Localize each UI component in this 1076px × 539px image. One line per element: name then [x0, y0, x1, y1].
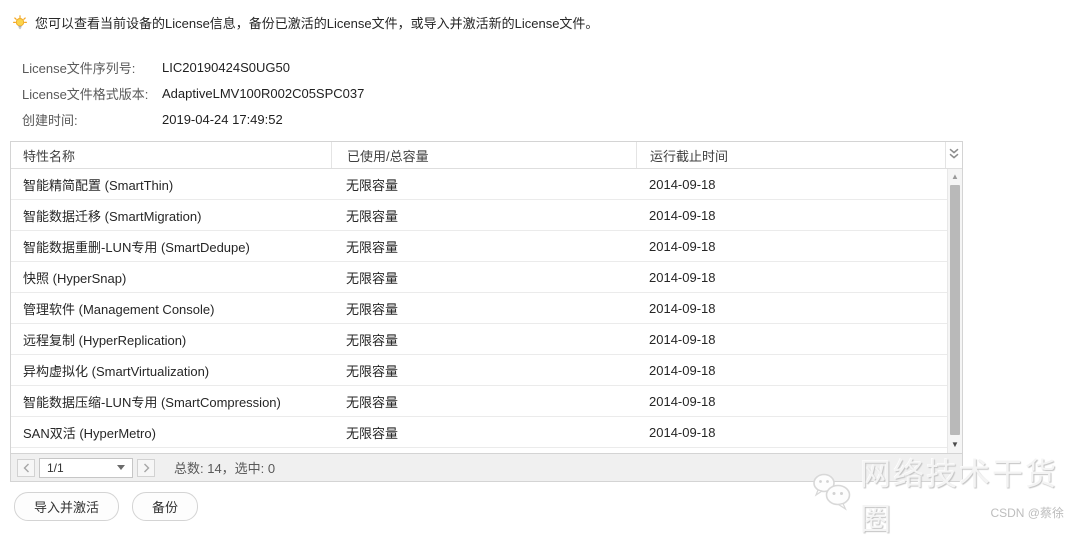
table-row[interactable]: 异构虚拟化 (SmartVirtualization) 无限容量 2014-09… — [11, 355, 962, 386]
table-body: 智能精简配置 (SmartThin) 无限容量 2014-09-18 智能数据迁… — [11, 169, 962, 453]
page-tip: 您可以查看当前设备的License信息，备份已激活的License文件，或导入并… — [12, 13, 598, 32]
feature-name-cell: 智能精简配置 (SmartThin) — [23, 177, 174, 193]
feature-name-cell: 智能数据重删-LUN专用 (SmartDedupe) — [23, 239, 250, 255]
column-header-expiry[interactable]: 运行截止时间 — [636, 142, 945, 168]
table-row[interactable]: 智能数据重删-LUN专用 (SmartDedupe) 无限容量 2014-09-… — [11, 231, 962, 262]
expiry-date-cell: 2014-09-18 — [649, 424, 716, 440]
table-row[interactable]: 智能精简配置 (SmartThin) 无限容量 2014-09-18 — [11, 169, 962, 200]
scrollbar-thumb[interactable] — [950, 185, 960, 435]
selection-summary: 总数: 14，选中: 0 — [174, 461, 276, 476]
backup-button[interactable]: 备份 — [132, 492, 199, 521]
usage-cell: 无限容量 — [346, 301, 399, 317]
table-header: 特性名称 已使用/总容量 运行截止时间 — [11, 142, 962, 169]
table-row[interactable]: SAN双活 (HyperMetro) 无限容量 2014-09-18 — [11, 417, 962, 448]
created-value: 2019-04-24 17:49:52 — [162, 111, 283, 127]
expiry-date-cell: 2014-09-18 — [649, 207, 716, 223]
usage-cell: 无限容量 — [346, 208, 399, 224]
action-buttons: 导入并激活 备份 — [14, 492, 199, 521]
expiry-date-cell: 2014-09-18 — [649, 176, 716, 192]
usage-cell: 无限容量 — [346, 332, 399, 348]
previous-page-button[interactable] — [17, 458, 35, 477]
wechat-bubbles-logo — [810, 471, 854, 518]
scrollbar-up-arrow-icon[interactable]: ▲ — [948, 172, 962, 182]
column-settings-button[interactable] — [945, 142, 962, 168]
license-info: License文件序列号: LIC20190424S0UG50 License文… — [22, 54, 364, 132]
import-activate-button[interactable]: 导入并激活 — [14, 492, 120, 521]
table-row[interactable]: 远程复制 (HyperReplication) 无限容量 2014-09-18 — [11, 324, 962, 355]
next-page-button[interactable] — [137, 458, 155, 477]
expiry-date-cell: 2014-09-18 — [649, 238, 716, 254]
table-row[interactable]: 管理软件 (Management Console) 无限容量 2014-09-1… — [11, 293, 962, 324]
feature-name-cell: 异构虚拟化 (SmartVirtualization) — [23, 363, 210, 379]
serial-value: LIC20190424S0UG50 — [162, 59, 290, 75]
column-header-feature-name[interactable]: 特性名称 — [11, 142, 331, 168]
format-label: License文件格式版本: — [22, 86, 149, 102]
feature-name-cell: 智能数据迁移 (SmartMigration) — [23, 208, 202, 224]
expiry-date-cell: 2014-09-18 — [649, 269, 716, 285]
usage-cell: 无限容量 — [346, 425, 399, 441]
expiry-date-cell: 2014-09-18 — [649, 393, 716, 409]
expiry-date-cell: 2014-09-18 — [649, 331, 716, 347]
usage-cell: 无限容量 — [346, 394, 399, 410]
format-value: AdaptiveLMV100R002C05SPC037 — [162, 85, 365, 101]
serial-label: License文件序列号: — [22, 60, 136, 76]
csdn-credit: CSDN @蔡徐 — [990, 506, 1064, 520]
feature-name-cell: 快照 (HyperSnap) — [23, 270, 127, 286]
vertical-scrollbar[interactable]: ▲ ▼ — [947, 169, 962, 453]
table-row[interactable]: 智能数据压缩-LUN专用 (SmartCompression) 无限容量 201… — [11, 386, 962, 417]
usage-cell: 无限容量 — [346, 239, 399, 255]
feature-name-cell: 智能数据压缩-LUN专用 (SmartCompression) — [23, 394, 281, 410]
usage-cell: 无限容量 — [346, 270, 399, 286]
table-row[interactable]: 智能数据迁移 (SmartMigration) 无限容量 2014-09-18 — [11, 200, 962, 231]
column-header-usage[interactable]: 已使用/总容量 — [331, 142, 636, 168]
feature-name-cell: SAN双活 (HyperMetro) — [23, 425, 156, 441]
usage-cell: 无限容量 — [346, 363, 399, 379]
expiry-date-cell: 2014-09-18 — [649, 300, 716, 316]
lightbulb-icon — [12, 14, 28, 31]
feature-name-cell: 远程复制 (HyperReplication) — [23, 332, 187, 348]
tip-text: 您可以查看当前设备的License信息，备份已激活的License文件，或导入并… — [35, 16, 599, 31]
page-select-dropdown[interactable]: 1/1 — [39, 457, 133, 478]
usage-cell: 无限容量 — [346, 177, 399, 193]
created-label: 创建时间: — [22, 112, 78, 128]
double-chevron-down-icon — [949, 148, 959, 163]
table-row[interactable]: 快照 (HyperSnap) 无限容量 2014-09-18 — [11, 262, 962, 293]
caret-down-icon — [117, 465, 125, 470]
page-select-value: 1/1 — [47, 460, 64, 475]
feature-name-cell: 管理软件 (Management Console) — [23, 301, 215, 317]
expiry-date-cell: 2014-09-18 — [649, 362, 716, 378]
license-feature-panel: 特性名称 已使用/总容量 运行截止时间 智能精简配置 (SmartThin) 无… — [10, 141, 963, 482]
